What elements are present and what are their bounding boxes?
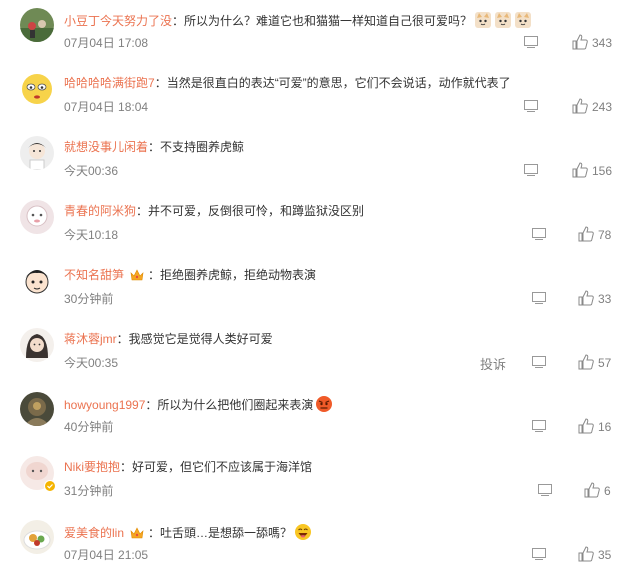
reply-icon[interactable] — [524, 164, 538, 176]
like-count: 78 — [598, 228, 612, 242]
comment-text: ：所以为什么？难道它也和猫猫一样知道自己很可爱吗？ — [172, 14, 473, 28]
username-link[interactable]: howyoung1997 — [64, 398, 145, 412]
comment-time: 07月04日 18:04 — [64, 100, 149, 114]
avatar[interactable] — [20, 520, 54, 554]
reply-icon[interactable] — [532, 548, 546, 560]
angry-face-emoji-icon — [316, 396, 333, 412]
comment-row: 蒋沐蓉jmr：我感觉它是觉得人类好可爱 今天00:35 投诉 57 — [0, 328, 640, 392]
like-icon[interactable] — [572, 34, 588, 50]
avatar[interactable] — [20, 136, 54, 170]
like-icon[interactable] — [572, 162, 588, 178]
like-count: 243 — [592, 100, 613, 114]
laughing-face-emoji-icon — [295, 524, 312, 540]
avatar[interactable] — [20, 392, 54, 426]
username-link[interactable]: 哈哈哈哈满街跑7 — [64, 76, 155, 90]
reply-icon[interactable] — [524, 100, 538, 112]
username-link[interactable]: 不知名甜笋 — [64, 268, 124, 282]
like-icon[interactable] — [572, 98, 588, 114]
username-link[interactable]: 就想没事儿闲着 — [64, 140, 148, 154]
username-link[interactable]: 小豆丁今天努力了没 — [64, 14, 172, 28]
comment-text: ：不支持圈养虎鲸 — [148, 140, 245, 154]
username-link[interactable]: 蒋沐蓉jmr — [64, 332, 117, 346]
comment-time: 40分钟前 — [64, 420, 114, 434]
comment-row: howyoung1997：所以为什么把他们圈起来表演 40分钟前 16 — [0, 392, 640, 456]
verified-badge-icon — [44, 480, 56, 492]
cat-emoji-icon — [472, 12, 532, 28]
comment-text: ：所以为什么把他们圈起来表演 — [145, 398, 314, 412]
reply-icon[interactable] — [524, 36, 538, 48]
username-link[interactable]: 爱美食的lin — [64, 526, 124, 540]
like-count: 57 — [598, 356, 612, 370]
username-link[interactable]: 青春的阿米狗 — [64, 204, 136, 218]
like-icon[interactable] — [578, 546, 594, 562]
like-icon[interactable] — [578, 290, 594, 306]
like-count: 33 — [598, 292, 612, 306]
username-link[interactable]: Niki要抱抱 — [64, 460, 120, 474]
comment-time: 07月04日 21:05 — [64, 548, 149, 562]
comment-row: Niki要抱抱：好可爱，但它们不应该属于海洋馆 31分钟前 6 — [0, 456, 640, 520]
like-icon[interactable] — [578, 226, 594, 242]
like-icon[interactable] — [584, 482, 600, 498]
reply-icon[interactable] — [532, 420, 546, 432]
like-icon[interactable] — [578, 354, 594, 370]
comment-row: 青春的阿米狗：并不可爱，反倒很可怜，和蹲监狱没区别 今天10:18 78 — [0, 200, 640, 264]
comment-text: ：当然是很直白的表达“可爱”的意思，它们不会说话，动作就代表了 — [154, 76, 511, 90]
comment-time: 今天10:18 — [64, 228, 119, 242]
comment-row: 小豆丁今天努力了没：所以为什么？难道它也和猫猫一样知道自己很可爱吗？ 07月04… — [0, 8, 640, 72]
avatar[interactable] — [20, 264, 54, 298]
reply-icon[interactable] — [532, 292, 546, 304]
comment-time: 今天00:36 — [64, 164, 119, 178]
comment-text: ：好可爱，但它们不应该属于海洋馆 — [120, 460, 313, 474]
comment-time: 31分钟前 — [64, 484, 114, 498]
comment-row: 不知名甜笋 ：拒绝圈养虎鲸，拒绝动物表演 30分钟前 33 — [0, 264, 640, 328]
reply-icon[interactable] — [538, 484, 552, 496]
like-count: 35 — [598, 548, 612, 562]
comment-text: ：我感觉它是觉得人类好可爱 — [116, 332, 273, 346]
report-button[interactable]: 投诉 — [480, 354, 506, 373]
reply-icon[interactable] — [532, 228, 546, 240]
comment-row: 就想没事儿闲着：不支持圈养虎鲸 今天00:36 156 — [0, 136, 640, 200]
comment-time: 今天00:35 — [64, 356, 119, 370]
comment-row: 爱美食的lin ：吐舌頭…是想舔一舔嗎？ 07月04日 21:05 35 — [0, 520, 640, 584]
comment-row: 哈哈哈哈满街跑7：当然是很直白的表达“可爱”的意思，它们不会说话，动作就代表了 … — [0, 72, 640, 136]
reply-icon[interactable] — [532, 356, 546, 368]
comment-text: ：并不可爱，反倒很可怜，和蹲监狱没区别 — [136, 204, 365, 218]
like-count: 16 — [598, 420, 612, 434]
crown-badge-icon — [130, 269, 144, 281]
like-count: 156 — [592, 164, 613, 178]
crown-badge-icon — [130, 527, 144, 539]
avatar[interactable] — [20, 8, 54, 42]
avatar[interactable] — [20, 72, 54, 106]
avatar[interactable] — [20, 200, 54, 234]
comment-text: ：吐舌頭…是想舔一舔嗎？ — [148, 526, 293, 540]
comment-text: ：拒绝圈养虎鲸，拒绝动物表演 — [148, 268, 317, 282]
comment-time: 07月04日 17:08 — [64, 36, 149, 50]
like-count: 6 — [604, 484, 611, 498]
avatar[interactable] — [20, 328, 54, 362]
comment-time: 30分钟前 — [64, 292, 114, 306]
like-count: 343 — [592, 36, 613, 50]
like-icon[interactable] — [578, 418, 594, 434]
